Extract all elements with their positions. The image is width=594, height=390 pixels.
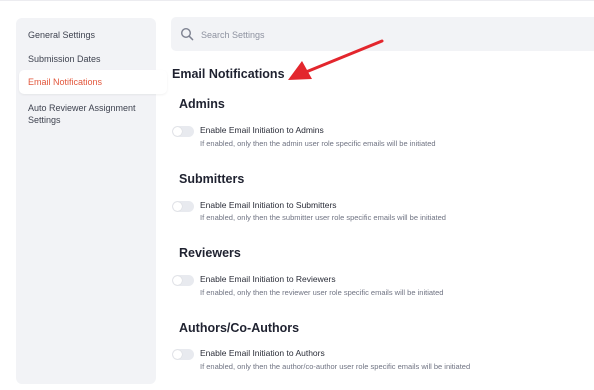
option-label-admins: Enable Email Initiation to Admins — [200, 125, 324, 135]
section-title-authors: Authors/Co-Authors — [179, 321, 300, 335]
sidebar-item-label: Submission Dates — [28, 54, 101, 64]
sidebar-item-label: Email Notifications — [28, 77, 103, 87]
option-description-authors: If enabled, only then the author/co-auth… — [200, 362, 471, 371]
option-description-reviewers: If enabled, only then the reviewer user … — [200, 288, 444, 297]
sidebar-item-label-continued: Settings — [28, 115, 61, 125]
option-label-authors: Enable Email Initiation to Authors — [200, 348, 325, 358]
option-label-reviewers: Enable Email Initiation to Reviewers — [200, 274, 336, 284]
annotation-arrow-icon — [288, 39, 384, 80]
toggle-knob — [173, 276, 182, 285]
toggle-admins-email[interactable] — [172, 126, 194, 137]
sidebar-item-submission-dates[interactable]: Submission Dates — [19, 53, 167, 65]
section-title-reviewers: Reviewers — [179, 246, 241, 260]
section-title-admins: Admins — [179, 97, 225, 111]
toggle-submitters-email[interactable] — [172, 201, 194, 212]
option-description-submitters: If enabled, only then the submitter user… — [200, 213, 446, 222]
sidebar-item-label: Auto Reviewer Assignment — [28, 103, 136, 113]
sidebar-item-auto-reviewer-assignment[interactable]: Auto Reviewer Assignment Settings — [19, 102, 167, 126]
search-icon — [180, 27, 194, 41]
toggle-knob — [173, 350, 182, 359]
toggle-reviewers-email[interactable] — [172, 275, 194, 286]
sidebar-item-general-settings[interactable]: General Settings — [19, 29, 167, 41]
section-title-submitters: Submitters — [179, 172, 245, 186]
sidebar-item-label: General Settings — [28, 30, 96, 40]
toggle-knob — [173, 127, 182, 136]
top-divider — [0, 0, 594, 1]
page-title: Email Notifications — [172, 67, 285, 81]
toggle-authors-email[interactable] — [172, 349, 194, 360]
sidebar-item-email-notifications[interactable]: Email Notifications — [19, 70, 167, 94]
search-input-placeholder: Search Settings — [201, 30, 265, 40]
toggle-knob — [173, 202, 182, 211]
settings-sidebar: General Settings Submission Dates Email … — [16, 18, 167, 384]
option-description-admins: If enabled, only then the admin user rol… — [200, 139, 436, 148]
option-label-submitters: Enable Email Initiation to Submitters — [200, 200, 337, 210]
